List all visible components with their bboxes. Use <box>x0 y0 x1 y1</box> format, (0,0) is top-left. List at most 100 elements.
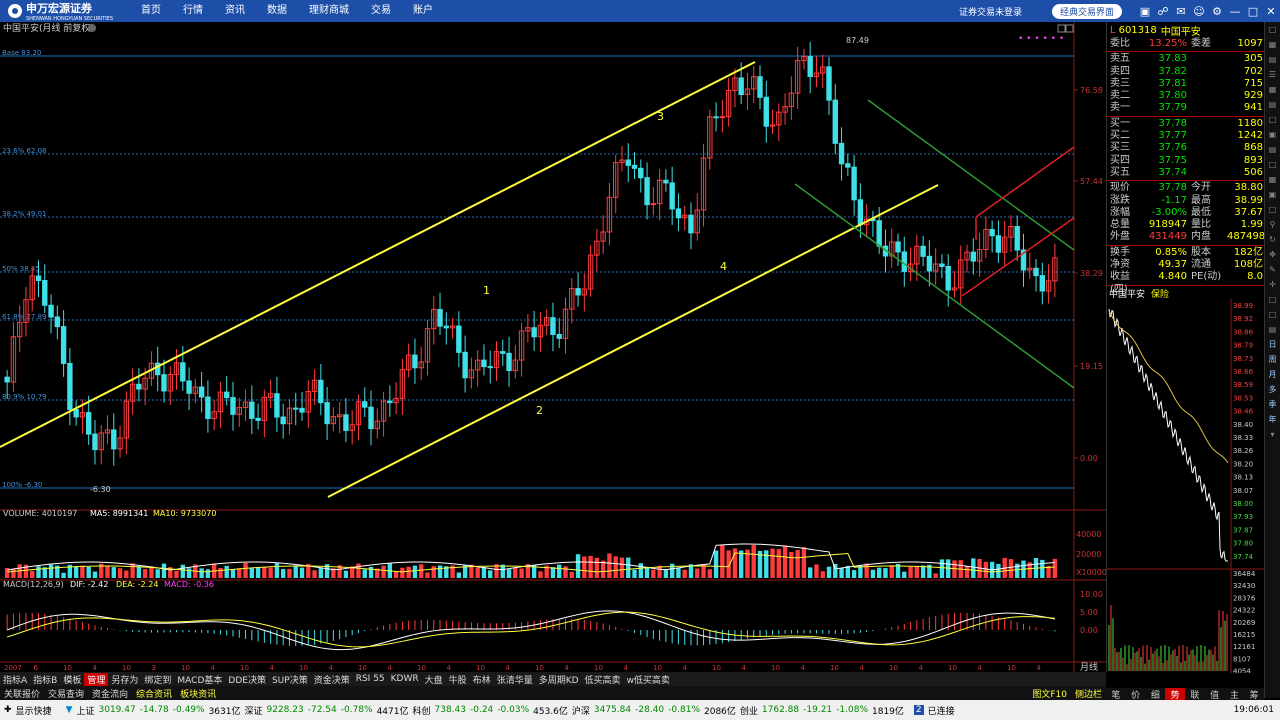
sidebar-year-icon[interactable]: 年 <box>1269 412 1277 427</box>
sidebar-note-icon[interactable]: □ <box>1269 292 1277 307</box>
sidebar-view-icon[interactable]: □ <box>1269 157 1277 172</box>
sidebar-week-icon[interactable]: 周 <box>1269 352 1277 367</box>
tab-related[interactable]: 联 <box>1185 688 1205 701</box>
connection-status[interactable]: 已连接 <box>928 704 955 717</box>
indicator-tab[interactable]: 指标B <box>30 673 60 686</box>
kc-label[interactable]: 科创 <box>412 704 430 717</box>
buy-row[interactable]: 买三 37.76 868 <box>1107 142 1264 154</box>
indicator-tab[interactable]: 大盘 <box>422 673 446 686</box>
hs-label[interactable]: 沪深 <box>572 704 590 717</box>
headset-icon[interactable]: ☍ <box>1154 5 1172 18</box>
sidebar-cross-icon[interactable]: ✛ <box>1269 277 1276 292</box>
buy-row[interactable]: 买一 37.78 1180 <box>1107 118 1264 130</box>
sidebar-month-icon[interactable]: 月 <box>1269 367 1277 382</box>
sidebar-doc-icon[interactable]: □ <box>1269 112 1277 127</box>
indicator-tab[interactable]: MACD基本 <box>174 673 225 686</box>
nav-wealth[interactable]: 理财商城 <box>298 0 360 22</box>
mail-icon[interactable]: ✉ <box>1172 5 1190 18</box>
sidebar-chart-icon[interactable]: ▤ <box>1269 52 1277 67</box>
sidebar-box-icon[interactable]: ▣ <box>1269 127 1277 142</box>
sidebar-layout-icon[interactable]: ▤ <box>1269 322 1277 337</box>
indicator-tab[interactable]: KDWR <box>388 674 422 684</box>
sidebar-move-icon[interactable]: ✥ <box>1269 247 1276 262</box>
indicator-tab[interactable]: 多周期KD <box>536 673 582 686</box>
maximize-icon[interactable]: □ <box>1244 5 1262 18</box>
sidebar-multi-icon[interactable]: 多 <box>1269 382 1277 397</box>
sell-row[interactable]: 卖二 37.80 929 <box>1107 90 1264 102</box>
sell-row[interactable]: 卖四 37.82 702 <box>1107 66 1264 78</box>
indicator-tab[interactable]: 资金决策 <box>311 673 353 686</box>
info-tab[interactable]: 板块资讯 <box>176 687 220 700</box>
sidebar-frame-icon[interactable]: □ <box>1269 307 1277 322</box>
nav-news[interactable]: 资讯 <box>214 0 256 22</box>
quick-toggle-label[interactable]: 显示快捷 <box>16 704 52 717</box>
user-icon[interactable]: ☺ <box>1190 5 1208 18</box>
sidebar-refresh-icon[interactable]: ↻ <box>1269 232 1276 247</box>
indicator-tab[interactable]: w低买高卖 <box>624 673 673 686</box>
indicator-tab[interactable]: 低买高卖 <box>582 673 624 686</box>
buy-row[interactable]: 买二 37.77 1242 <box>1107 130 1264 142</box>
nav-trade[interactable]: 交易 <box>360 0 402 22</box>
info-tab-right[interactable]: 侧边栏 <box>1071 687 1106 700</box>
sidebar-img-icon[interactable]: □ <box>1269 202 1277 217</box>
sidebar-panel-icon[interactable]: ▤ <box>1269 142 1277 157</box>
sh-label[interactable]: 上证 <box>76 704 94 717</box>
sidebar-data-icon[interactable]: ▦ <box>1269 172 1277 187</box>
settings-icon[interactable]: ⚙ <box>1208 5 1226 18</box>
indicator-tab[interactable]: 另存为 <box>108 673 141 686</box>
quick-toggle-icon[interactable]: ✚ <box>4 705 12 715</box>
sidebar-season-icon[interactable]: 季 <box>1269 397 1277 412</box>
tab-chips[interactable]: 筹 <box>1244 688 1264 701</box>
tab-value[interactable]: 值 <box>1205 688 1225 701</box>
indicator-tab[interactable]: 牛股 <box>446 673 470 686</box>
sell-row[interactable]: 卖一 37.79 941 <box>1107 102 1264 114</box>
tab-price[interactable]: 价 <box>1126 688 1146 701</box>
indicator-tab[interactable]: 张清华量 <box>494 673 536 686</box>
buy-row[interactable]: 买五 37.74 506 <box>1107 167 1264 179</box>
sidebar-zoom-icon[interactable]: ⚲ <box>1270 217 1276 232</box>
sz-label[interactable]: 深证 <box>244 704 262 717</box>
indicator-tab[interactable]: 绑定到 <box>141 673 174 686</box>
close-icon[interactable]: ✕ <box>1262 5 1280 18</box>
classic-trade-button[interactable]: 经典交易界面 <box>1051 3 1122 19</box>
indicator-tab[interactable]: SUP决策 <box>269 673 311 686</box>
period-label[interactable]: 月线 <box>1080 661 1098 673</box>
cy-label[interactable]: 创业 <box>740 704 758 717</box>
tab-ticks[interactable]: 笔 <box>1106 688 1126 701</box>
intraday-chart[interactable]: 38.99 38.92 38.86 38.79 38.73 38.66 38.59 38.53… <box>1107 298 1264 675</box>
minimize-icon[interactable]: — <box>1226 5 1244 18</box>
nav-account[interactable]: 账户 <box>402 0 444 22</box>
sidebar-info-icon[interactable]: ▣ <box>1269 187 1277 202</box>
info-tab[interactable]: 资金流向 <box>88 687 132 700</box>
indicator-tab[interactable]: 管理 <box>84 672 109 686</box>
kline-chart[interactable]: 中国平安(月线 前复权) Base 83.20 23.6% 62.08 38.2% … <box>0 22 1107 673</box>
sell-row[interactable]: 卖三 37.81 715 <box>1107 78 1264 90</box>
indicator-tab[interactable]: DDE决策 <box>225 673 269 686</box>
tab-detail[interactable]: 细 <box>1146 688 1166 701</box>
sidebar-table-icon[interactable]: ▦ <box>1269 82 1277 97</box>
sidebar-grid-icon[interactable]: ▦ <box>1269 37 1277 52</box>
tab-main[interactable]: 主 <box>1225 688 1245 701</box>
kline-chart-area[interactable]: 中国平安(月线 前复权) Base 83.20 23.6% 62.08 38.2% … <box>0 22 1107 673</box>
indicator-tab[interactable]: RSI 55 <box>353 674 388 684</box>
sidebar-more-icon[interactable]: ▾ <box>1270 427 1274 442</box>
tab-trend[interactable]: 势 <box>1165 688 1185 701</box>
sidebar-window-icon[interactable]: □ <box>1269 22 1277 37</box>
nav-home[interactable]: 首页 <box>130 0 172 22</box>
info-tab[interactable]: 综合资讯 <box>132 687 176 700</box>
nav-market[interactable]: 行情 <box>172 0 214 22</box>
login-status[interactable]: 证券交易未登录 <box>959 5 1022 18</box>
info-tab-right[interactable]: 图文F10 <box>1028 687 1071 700</box>
info-tab[interactable]: 交易查询 <box>44 687 88 700</box>
intraday-tab-stock[interactable]: 中国平安 <box>1109 287 1145 300</box>
nav-data[interactable]: 数据 <box>256 0 298 22</box>
sidebar-bar-icon[interactable]: ▤ <box>1269 97 1277 112</box>
sell-row[interactable]: 卖五 37.83 305 <box>1107 53 1264 65</box>
chart-options-icon[interactable] <box>88 24 96 32</box>
buy-row[interactable]: 买四 37.75 893 <box>1107 155 1264 167</box>
sidebar-list-icon[interactable]: ☰ <box>1269 67 1276 82</box>
info-tab[interactable]: 关联报价 <box>0 687 44 700</box>
indicator-tab[interactable]: 指标A <box>0 673 30 686</box>
sidebar-day-icon[interactable]: 日 <box>1269 337 1277 352</box>
intraday-tab-sector[interactable]: 保险 <box>1151 287 1169 300</box>
